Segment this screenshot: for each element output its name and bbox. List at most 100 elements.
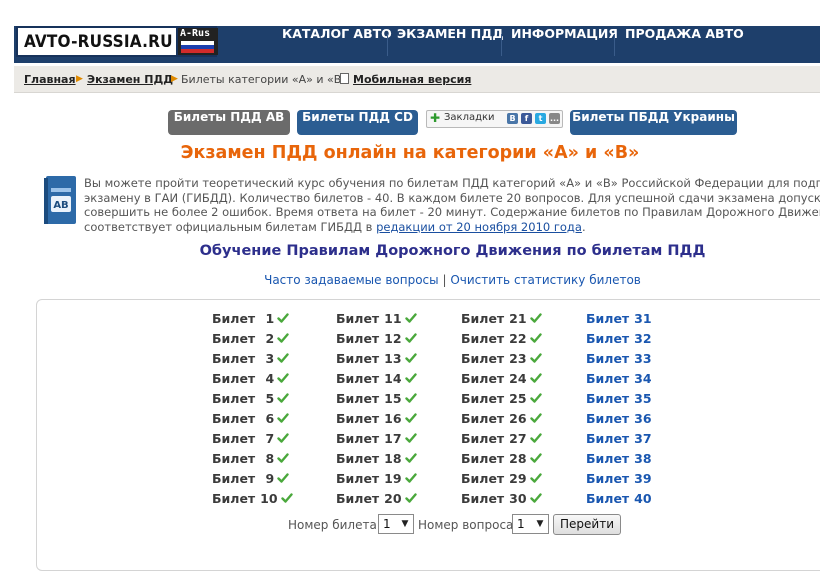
checkmark-icon bbox=[529, 413, 542, 423]
ticket-number: 28 bbox=[509, 451, 527, 466]
header: AVTO-RUSSIA.RU A-Rus КАТАЛОГ АВТО ЭКЗАМЕ… bbox=[0, 0, 820, 93]
book-icon: AB bbox=[44, 176, 76, 224]
ticket-link[interactable]: Билет 3 bbox=[212, 351, 289, 367]
ticket-link[interactable]: Билет 1 bbox=[212, 311, 289, 327]
ticket-link[interactable]: Билет 21 bbox=[461, 311, 542, 327]
ticket-number: 14 bbox=[384, 371, 402, 386]
ticket-link[interactable]: Билет 16 bbox=[336, 411, 417, 427]
ticket-number: 40 bbox=[634, 491, 652, 506]
mobile-version-link[interactable]: Мобильная версия bbox=[353, 73, 471, 86]
ticket-link[interactable]: Билет 37 bbox=[586, 431, 652, 447]
svg-text:AB: AB bbox=[53, 200, 68, 211]
ticket-number: 38 bbox=[634, 451, 652, 466]
edition-link[interactable]: редакции от 20 ноября 2010 года bbox=[376, 220, 582, 234]
ticket-link[interactable]: Билет 32 bbox=[586, 331, 652, 347]
ticket-link[interactable]: Билет 33 bbox=[586, 351, 652, 367]
ticket-link[interactable]: Билет 25 bbox=[461, 391, 542, 407]
faq-link[interactable]: Часто задаваемые вопросы bbox=[264, 273, 439, 287]
ticket-label: Билет bbox=[586, 371, 630, 386]
checkmark-icon bbox=[404, 353, 417, 363]
ticket-link[interactable]: Билет 4 bbox=[212, 371, 289, 387]
ticket-link[interactable]: Билет 38 bbox=[586, 451, 652, 467]
ticket-label: Билет bbox=[336, 391, 380, 406]
ticket-link[interactable]: Билет 11 bbox=[336, 311, 417, 327]
breadcrumb-home[interactable]: Главная bbox=[24, 73, 76, 86]
breadcrumb-exam[interactable]: Экзамен ПДД bbox=[87, 73, 173, 86]
facebook-icon[interactable]: f bbox=[521, 113, 532, 124]
ticket-number: 1 bbox=[265, 311, 275, 326]
ticket-link[interactable]: Билет 14 bbox=[336, 371, 417, 387]
ticket-link[interactable]: Билет 23 bbox=[461, 351, 542, 367]
ticket-number: 15 bbox=[384, 391, 402, 406]
ticket-link[interactable]: Билет 30 bbox=[461, 491, 542, 507]
checkmark-icon bbox=[529, 333, 542, 343]
ticket-link[interactable]: Билет 9 bbox=[212, 471, 289, 487]
ticket-number: 9 bbox=[265, 471, 275, 486]
ticket-label: Билет bbox=[336, 371, 380, 386]
clear-stats-link[interactable]: Очистить статистику билетов bbox=[450, 273, 641, 287]
ticket-link[interactable]: Билет 19 bbox=[336, 471, 417, 487]
ticket-link[interactable]: Билет 13 bbox=[336, 351, 417, 367]
site-logo[interactable]: AVTO-RUSSIA.RU A-Rus bbox=[16, 26, 218, 57]
ticket-link[interactable]: Билет 34 bbox=[586, 371, 652, 387]
nav-car-sales[interactable]: ПРОДАЖА АВТО bbox=[625, 26, 744, 63]
checkmark-icon bbox=[404, 493, 417, 503]
ticket-label: Билет bbox=[461, 411, 505, 426]
ticket-number-select[interactable]: 1 ▼ bbox=[378, 514, 414, 534]
twitter-icon[interactable]: t bbox=[535, 113, 546, 124]
ticket-link[interactable]: Билет 6 bbox=[212, 411, 289, 427]
checkmark-icon bbox=[404, 473, 417, 483]
go-button[interactable]: Перейти bbox=[553, 514, 621, 535]
tab-tickets-ukraine[interactable]: Билеты ПБДД Украины bbox=[570, 110, 737, 135]
ticket-link[interactable]: Билет 35 bbox=[586, 391, 652, 407]
ticket-number: 36 bbox=[634, 411, 652, 426]
nav-exam[interactable]: ЭКЗАМЕН ПДД bbox=[397, 26, 503, 63]
ticket-link[interactable]: Билет 40 bbox=[586, 491, 652, 507]
ticket-link[interactable]: Билет 26 bbox=[461, 411, 542, 427]
ticket-link[interactable]: Билет 36 bbox=[586, 411, 652, 427]
ticket-number: 19 bbox=[384, 471, 402, 486]
ticket-link[interactable]: Билет 39 bbox=[586, 471, 652, 487]
ticket-number: 22 bbox=[509, 331, 527, 346]
checkmark-icon bbox=[404, 393, 417, 403]
ticket-label: Билет bbox=[212, 471, 256, 486]
checkmark-icon bbox=[277, 333, 289, 343]
bookmarks-widget[interactable]: ✚ Закладки В f t ... bbox=[426, 110, 563, 128]
document-icon bbox=[340, 73, 349, 84]
ticket-link[interactable]: Билет 8 bbox=[212, 451, 289, 467]
tab-tickets-cd[interactable]: Билеты ПДД CD bbox=[297, 110, 418, 135]
checkmark-icon bbox=[529, 353, 542, 363]
question-number-select[interactable]: 1 ▼ bbox=[512, 514, 549, 534]
ticket-link[interactable]: Билет 28 bbox=[461, 451, 542, 467]
nav-divider bbox=[501, 34, 502, 56]
ticket-link[interactable]: Билет 18 bbox=[336, 451, 417, 467]
nav-info[interactable]: ИНФОРМАЦИЯ bbox=[511, 26, 618, 63]
ticket-label: Билет bbox=[586, 471, 630, 486]
ticket-link[interactable]: Билет 5 bbox=[212, 391, 289, 407]
tab-tickets-ab[interactable]: Билеты ПДД АВ bbox=[168, 110, 290, 135]
breadcrumb: Главная ▶ Экзамен ПДД ▶ Билеты категории… bbox=[14, 66, 820, 93]
vk-icon[interactable]: В bbox=[507, 113, 518, 124]
ticket-number: 33 bbox=[634, 351, 652, 366]
ticket-link[interactable]: Билет 29 bbox=[461, 471, 542, 487]
more-icon[interactable]: ... bbox=[549, 113, 560, 124]
checkmark-icon bbox=[404, 413, 417, 423]
ticket-link[interactable]: Билет 22 bbox=[461, 331, 542, 347]
ticket-link[interactable]: Билет 12 bbox=[336, 331, 417, 347]
ticket-link[interactable]: Билет 7 bbox=[212, 431, 289, 447]
ticket-link[interactable]: Билет 20 bbox=[336, 491, 417, 507]
ticket-link[interactable]: Билет 27 bbox=[461, 431, 542, 447]
ticket-link[interactable]: Билет 17 bbox=[336, 431, 417, 447]
ticket-link[interactable]: Билет 31 bbox=[586, 311, 652, 327]
intro-line: Вы можете пройти теоретический курс обуч… bbox=[84, 176, 820, 190]
breadcrumb-current: Билеты категории «А» и «В» bbox=[181, 73, 349, 86]
ticket-label: Билет bbox=[586, 391, 630, 406]
ticket-label: Билет bbox=[461, 431, 505, 446]
ticket-link[interactable]: Билет 2 bbox=[212, 331, 289, 347]
ticket-link[interactable]: Билет 10 bbox=[212, 491, 293, 507]
ticket-label: Билет bbox=[461, 351, 505, 366]
ticket-link[interactable]: Билет 15 bbox=[336, 391, 417, 407]
ticket-link[interactable]: Билет 24 bbox=[461, 371, 542, 387]
ticket-number: 2 bbox=[265, 331, 275, 346]
nav-catalog[interactable]: КАТАЛОГ АВТО bbox=[282, 26, 392, 63]
